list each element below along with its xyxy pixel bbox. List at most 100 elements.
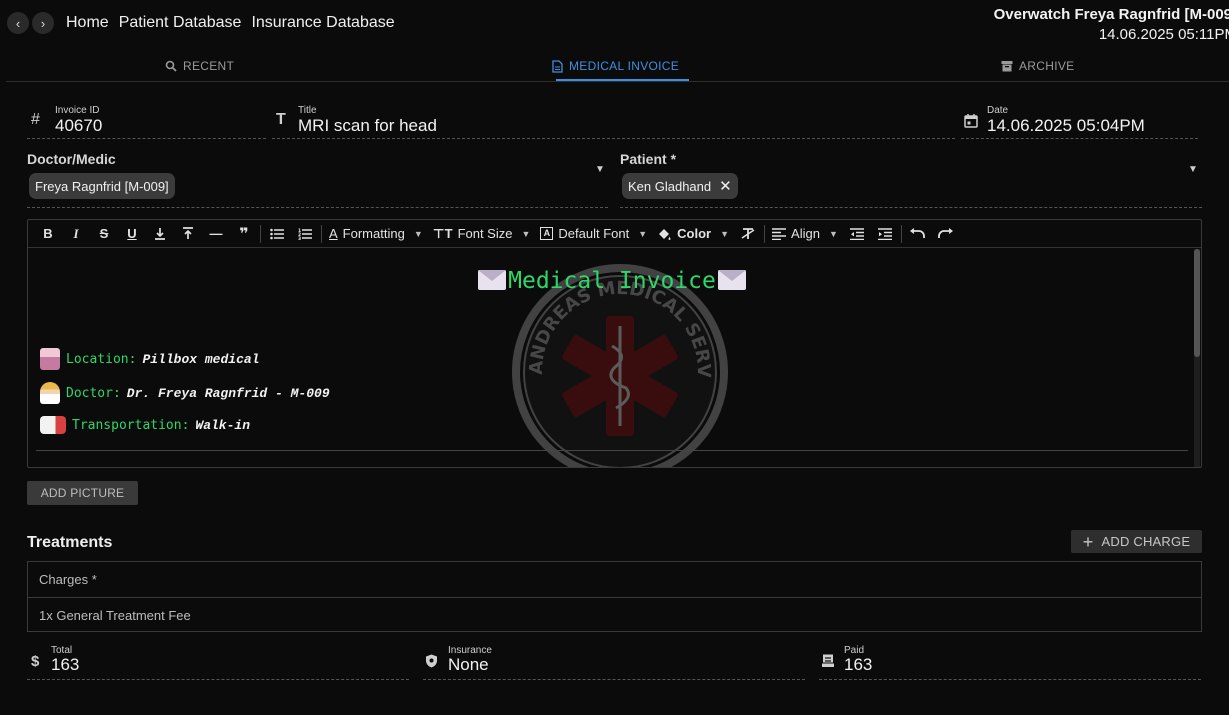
title-field[interactable]: T Title MRI scan for head bbox=[272, 102, 955, 139]
back-arrow-icon[interactable]: ‹ bbox=[7, 12, 29, 34]
doctor-line: Doctor: Dr. Freya Ragnfrid - M-009 bbox=[40, 382, 330, 404]
tab-medical-invoice[interactable]: MEDICAL INVOICE bbox=[552, 59, 679, 73]
invoice-id-field[interactable]: # Invoice ID 40670 bbox=[27, 102, 266, 139]
formatting-dropdown[interactable]: A Formatting ▼ bbox=[324, 223, 428, 245]
rich-text-editor[interactable]: B I S U — ❞ 123 A Formatting ▼ ⊤T Font S… bbox=[27, 219, 1202, 468]
doctor-emoji-icon bbox=[40, 382, 60, 404]
paint-bucket-icon bbox=[659, 228, 671, 240]
nav-patient-database-link[interactable]: Patient Database bbox=[119, 14, 242, 32]
superscript-icon bbox=[183, 227, 193, 239]
toolbar-divider bbox=[260, 224, 261, 243]
undo-button[interactable] bbox=[904, 223, 932, 245]
title-value: MRI scan for head bbox=[298, 116, 437, 135]
user-name: Overwatch Freya Ragnfrid [M-009] bbox=[993, 6, 1229, 23]
hash-icon: # bbox=[31, 111, 40, 128]
total-field: $ Total 163 bbox=[27, 642, 409, 680]
patient-dropdown-arrow-icon[interactable]: ▼ bbox=[1188, 164, 1198, 175]
tab-archive[interactable]: ARCHIVE bbox=[1001, 59, 1074, 73]
top-bar: ‹ › Home Patient Database Insurance Data… bbox=[0, 0, 1229, 48]
search-icon bbox=[165, 60, 177, 72]
horizontal-rule-button[interactable]: — bbox=[202, 223, 230, 245]
add-charge-button[interactable]: + ADD CHARGE bbox=[1071, 530, 1202, 553]
color-label: Color bbox=[677, 226, 712, 241]
font-size-icon: ⊤T bbox=[432, 225, 453, 241]
numbered-list-button[interactable]: 123 bbox=[291, 223, 319, 245]
ambulance-icon bbox=[40, 416, 66, 434]
strikethrough-button[interactable]: S bbox=[90, 223, 118, 245]
date-value: 14.06.2025 05:04PM bbox=[987, 116, 1145, 135]
invoice-heading: Medical Invoice bbox=[28, 268, 1196, 294]
outdent-button[interactable] bbox=[843, 223, 871, 245]
align-dropdown[interactable]: Align ▼ bbox=[767, 223, 843, 245]
remove-chip-close-icon[interactable]: ✕ bbox=[719, 177, 732, 195]
editor-content[interactable]: SAN ANDREAS MEDICAL SERVICES Medical Inv… bbox=[28, 248, 1196, 467]
tab-archive-label: ARCHIVE bbox=[1019, 59, 1075, 73]
chevron-down-icon: ▼ bbox=[638, 228, 648, 239]
main-nav: Home Patient Database Insurance Database bbox=[66, 14, 395, 32]
forward-arrow-icon[interactable]: › bbox=[32, 12, 54, 34]
chevron-down-icon: ▼ bbox=[828, 228, 838, 239]
paid-field: Paid 163 bbox=[819, 642, 1201, 680]
receipt-icon bbox=[821, 654, 835, 668]
default-font-label: Default Font bbox=[558, 226, 630, 241]
location-line: Location: Pillbox medical bbox=[40, 348, 259, 370]
doctor-dropdown-arrow-icon[interactable]: ▼ bbox=[595, 164, 605, 175]
transportation-value: Walk-in bbox=[195, 417, 251, 433]
patient-chip[interactable]: Ken Gladhand ✕ bbox=[622, 173, 738, 199]
superscript-button[interactable] bbox=[174, 223, 202, 245]
subscript-button[interactable] bbox=[146, 223, 174, 245]
current-timestamp: 14.06.2025 05:11PM bbox=[1098, 26, 1229, 43]
italic-button[interactable]: I bbox=[62, 223, 90, 245]
invoice-id-value: 40670 bbox=[55, 116, 103, 135]
shield-icon bbox=[426, 654, 437, 668]
text-type-icon: T bbox=[276, 111, 286, 128]
patient-chip-label: Ken Gladhand bbox=[628, 178, 712, 194]
indent-button[interactable] bbox=[871, 223, 899, 245]
bold-button[interactable]: B bbox=[34, 223, 62, 245]
archive-icon bbox=[1001, 61, 1013, 72]
font-size-dropdown[interactable]: ⊤T Font Size ▼ bbox=[428, 223, 536, 245]
plus-icon: + bbox=[1082, 531, 1094, 552]
doctor-chip-label: Freya Ragnfrid [M-009] bbox=[35, 178, 169, 194]
envelope-icon bbox=[717, 270, 746, 290]
table-row[interactable]: 1x General Treatment Fee bbox=[28, 597, 1201, 632]
scrollbar-thumb[interactable] bbox=[1194, 249, 1200, 357]
charge-item: 1x General Treatment Fee bbox=[39, 607, 191, 623]
date-field[interactable]: Date 14.06.2025 05:04PM bbox=[961, 102, 1198, 139]
invoice-id-label: Invoice ID bbox=[55, 105, 100, 116]
font-size-label: Font Size bbox=[457, 226, 513, 241]
redo-icon bbox=[938, 228, 954, 238]
medical-services-seal-logo: SAN ANDREAS MEDICAL SERVICES bbox=[512, 264, 728, 467]
clear-format-icon bbox=[741, 228, 755, 239]
toolbar-divider bbox=[321, 224, 322, 243]
tab-recent[interactable]: RECENT bbox=[165, 59, 234, 73]
doctor-chip[interactable]: Freya Ragnfrid [M-009] bbox=[29, 173, 175, 199]
nav-insurance-database-link[interactable]: Insurance Database bbox=[251, 14, 394, 32]
chevron-down-icon: ▼ bbox=[521, 228, 531, 239]
color-dropdown[interactable]: Color ▼ bbox=[652, 223, 734, 245]
invoice-heading-text: Medical Invoice bbox=[508, 268, 716, 294]
subscript-icon bbox=[155, 228, 165, 240]
font-family-icon: A bbox=[540, 227, 554, 240]
quote-button[interactable]: ❞ bbox=[230, 223, 258, 245]
nav-home-link[interactable]: Home bbox=[66, 14, 109, 32]
bullet-list-button[interactable] bbox=[263, 223, 291, 245]
numbered-list-icon: 123 bbox=[298, 228, 312, 240]
location-value: Pillbox medical bbox=[142, 351, 260, 367]
editor-scrollbar[interactable] bbox=[1194, 249, 1200, 467]
doctor-key: Doctor: bbox=[66, 385, 121, 401]
charges-table: Charges * 1x General Treatment Fee bbox=[27, 561, 1202, 632]
underline-button[interactable]: U bbox=[118, 223, 146, 245]
user-info: Overwatch Freya Ragnfrid [M-009] 14.06.2… bbox=[994, 5, 1229, 45]
tab-bar: RECENT MEDICAL INVOICE ARCHIVE bbox=[6, 56, 1229, 82]
paid-value: 163 bbox=[844, 655, 873, 674]
treatments-title: Treatments bbox=[27, 534, 113, 551]
add-picture-button[interactable]: ADD PICTURE bbox=[27, 481, 138, 505]
text-format-icon: A bbox=[329, 226, 338, 241]
default-font-dropdown[interactable]: A Default Font ▼ bbox=[535, 223, 652, 245]
clear-formatting-button[interactable] bbox=[734, 223, 762, 245]
align-label: Align bbox=[791, 226, 820, 241]
indent-icon bbox=[877, 227, 892, 240]
redo-button[interactable] bbox=[932, 223, 960, 245]
chevron-down-icon: ▼ bbox=[413, 228, 423, 239]
